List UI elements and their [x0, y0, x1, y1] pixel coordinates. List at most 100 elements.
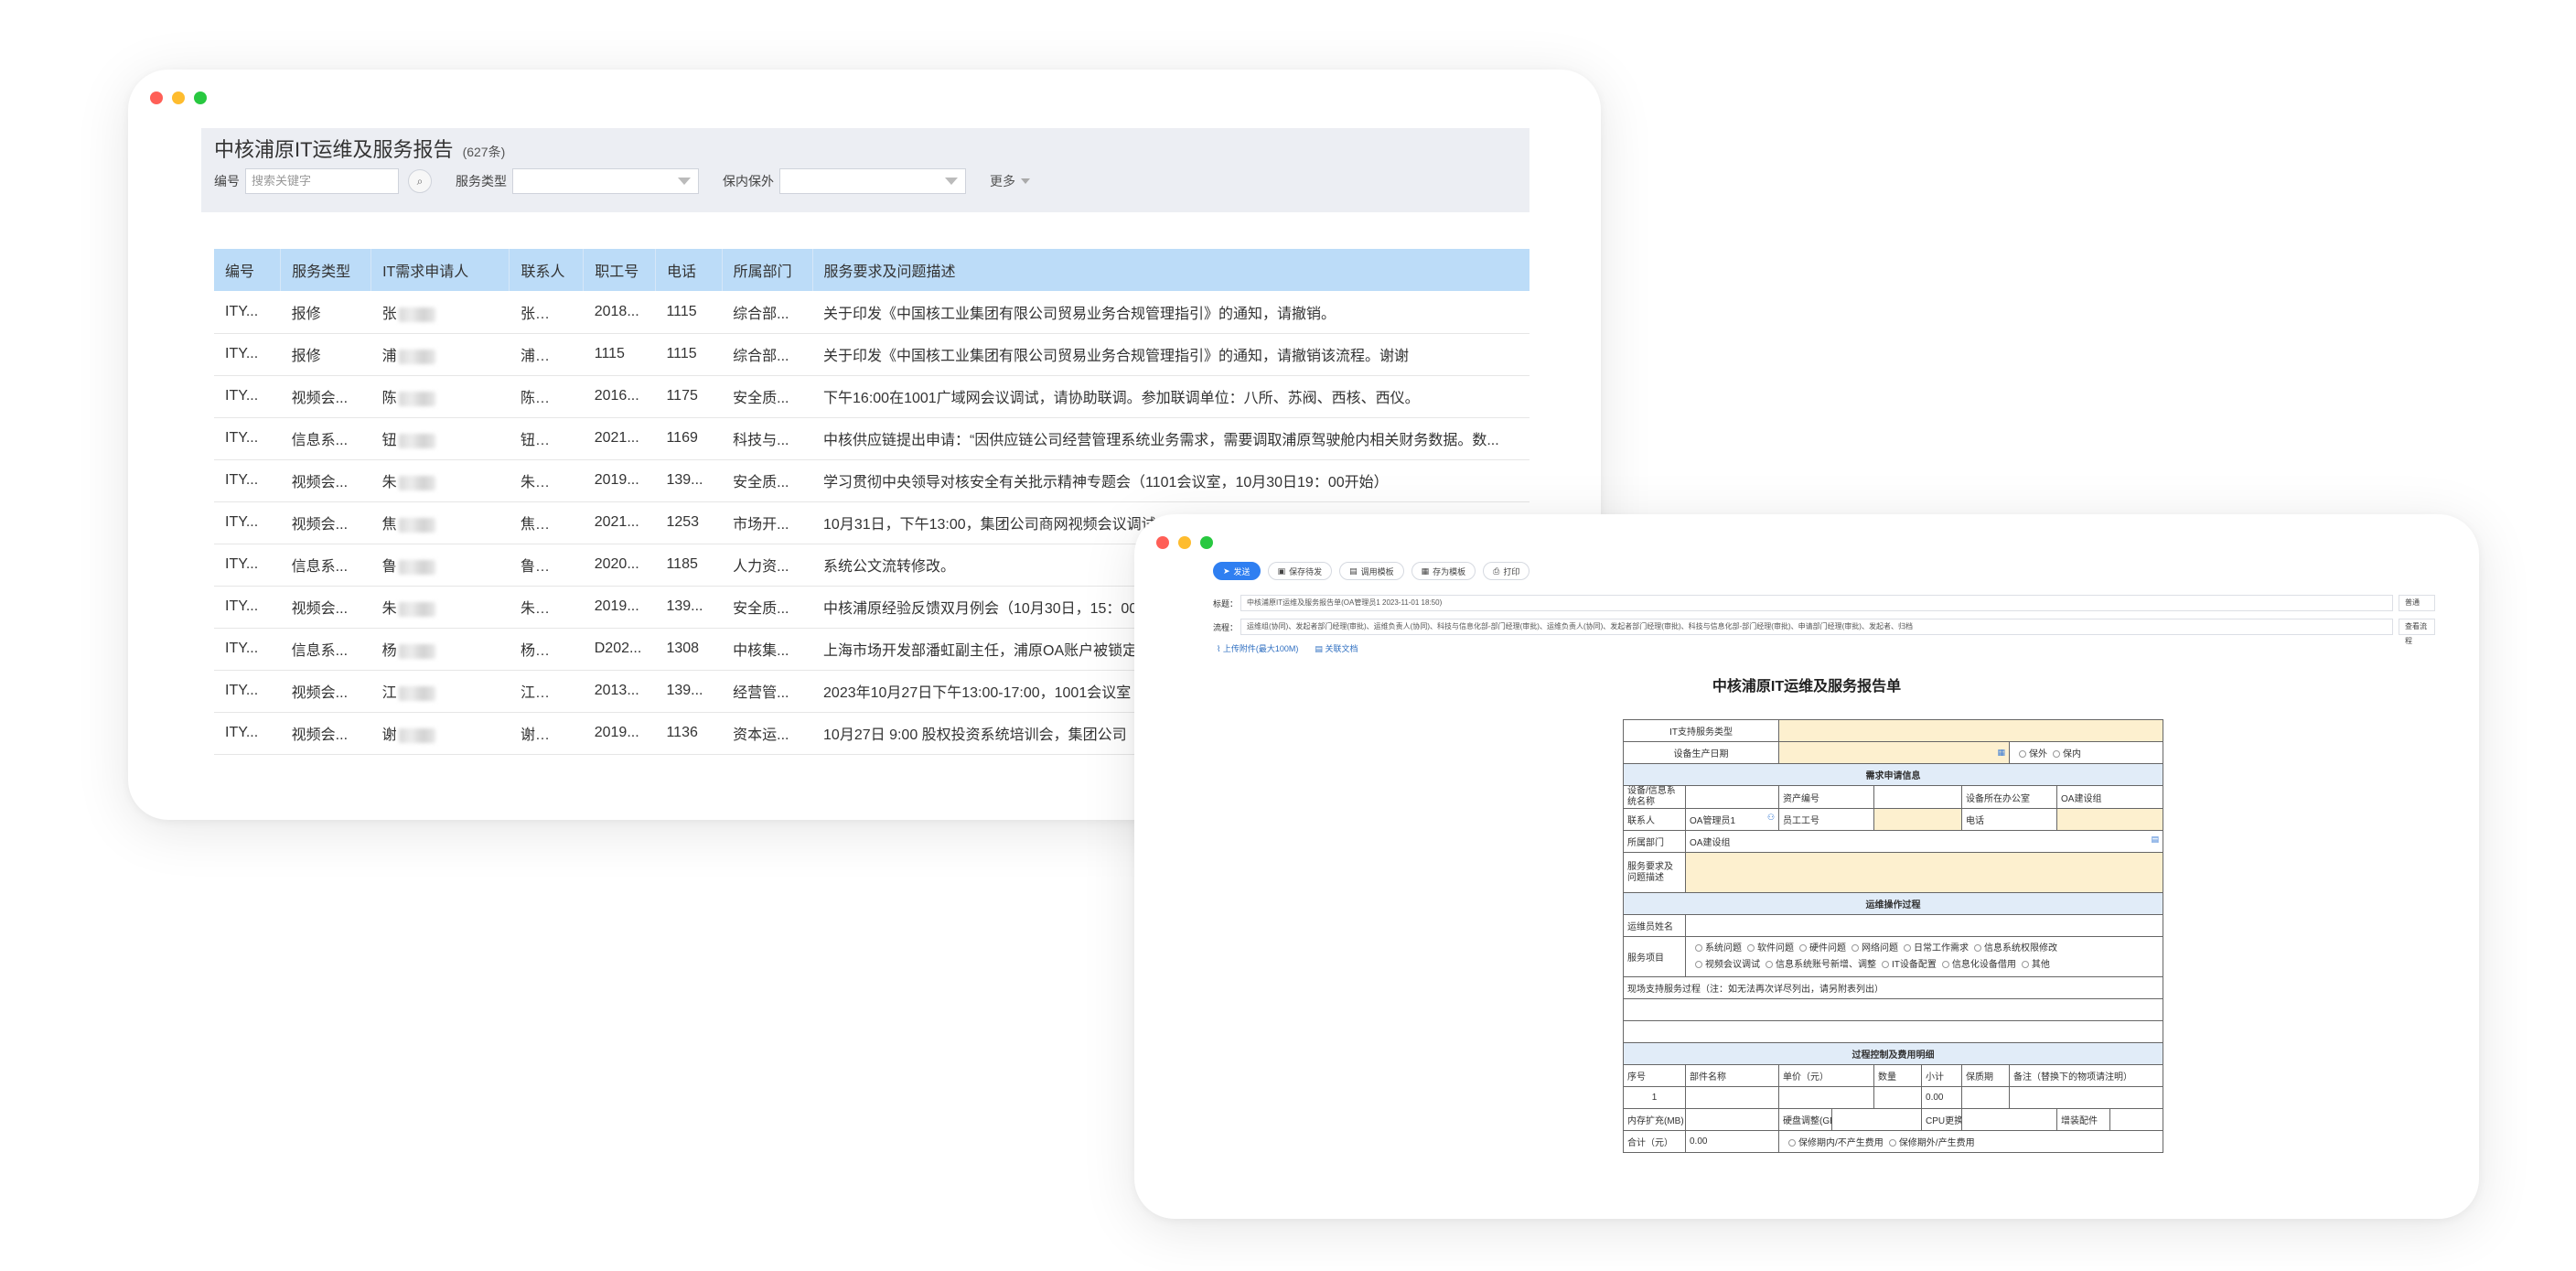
cpu-input[interactable] — [1961, 1108, 2058, 1131]
service-item-radio[interactable] — [1974, 943, 1981, 952]
phone-input[interactable] — [2056, 808, 2164, 831]
device-date-input[interactable]: ▦ — [1778, 741, 2011, 764]
flow-row: 流程： 运维组(协同)、发起者部门经理(审批)、运维负责人(协同)、科技与信息化… — [1213, 619, 2435, 645]
table-row[interactable]: ITY... 信息系... 钮钮 2021... 1169 科技与... 中核供应链提出申请… — [214, 417, 1530, 460]
save-draft-button[interactable]: ▣ 保存待发 — [1267, 562, 1333, 580]
service-item-radio[interactable] — [1799, 943, 1807, 952]
part-name-input[interactable] — [1684, 1086, 1780, 1109]
service-type-select[interactable] — [512, 168, 699, 194]
service-item-radio[interactable] — [1882, 960, 1889, 968]
minimize-dot[interactable] — [172, 92, 185, 104]
more-filters-button[interactable]: 更多 — [990, 172, 1030, 190]
phone-label: 电话 — [1961, 808, 2058, 831]
cell-dept: 人力资... — [722, 544, 813, 587]
cell-contact: 焦 — [509, 501, 584, 544]
upload-attachment-link[interactable]: ⌇ 上传附件(最大100M) — [1217, 642, 1298, 654]
col-header[interactable]: IT需求申请人 — [370, 249, 510, 291]
maximize-dot[interactable] — [194, 92, 207, 104]
it-service-type-select[interactable] — [1778, 719, 2164, 742]
cell-emp: D202... — [583, 628, 656, 671]
col-header[interactable]: 电话 — [655, 249, 723, 291]
cost-out-radio[interactable] — [1888, 1139, 1896, 1147]
redacted-name — [398, 559, 435, 575]
col-header[interactable]: 联系人 — [509, 249, 585, 291]
service-item-radio[interactable] — [1747, 943, 1755, 952]
service-item-radio[interactable] — [1695, 943, 1702, 952]
quantity-input[interactable] — [1873, 1086, 1923, 1109]
col-header[interactable]: 职工号 — [583, 249, 656, 291]
ops-section-header: 运维操作过程 — [1622, 892, 2164, 915]
col-header[interactable]: 服务要求及问题描述 — [812, 249, 1530, 291]
calendar-icon[interactable]: ▦ — [1998, 748, 2006, 758]
dept-input[interactable]: OA建设组 ▤ — [1684, 830, 2164, 853]
print-button[interactable]: ⎙ 打印 — [1483, 562, 1530, 580]
cell-type: 视频会... — [280, 586, 371, 629]
list-header: 中核浦原IT运维及服务报告 (627条) 编号 搜索关键字 ⌕ 服务类型 保内保外… — [201, 128, 1530, 212]
asset-no-input[interactable] — [1873, 785, 1963, 809]
remark-input[interactable] — [2009, 1086, 2164, 1109]
redacted-name — [398, 349, 435, 364]
call-template-button[interactable]: ▤ 调用模板 — [1339, 562, 1404, 580]
cell-type: 视频会... — [280, 670, 371, 713]
minimize-dot[interactable] — [1178, 536, 1191, 549]
service-item-radio[interactable] — [1904, 943, 1911, 952]
service-item-radio[interactable] — [2021, 960, 2029, 968]
service-item-radio[interactable] — [1695, 960, 1702, 968]
cell-dept: 资本运... — [722, 712, 813, 755]
redacted-name — [398, 643, 435, 659]
contact-input[interactable]: OA管理员1 ⚇ — [1684, 808, 1780, 831]
person-icon[interactable]: ⚇ — [1767, 813, 1775, 823]
close-dot[interactable] — [1156, 536, 1169, 549]
table-row[interactable]: ITY... 视频会... 陈陈 2016... 1175 安全质... 下午16:00在1… — [214, 375, 1530, 418]
cell-phone: 139... — [655, 459, 723, 502]
device-name-input[interactable] — [1684, 785, 1780, 809]
onsite-process-input[interactable] — [1622, 998, 2164, 1021]
disk-input[interactable] — [1831, 1108, 1923, 1131]
form-title: 中核浦原IT运维及服务报告单 — [1712, 679, 1902, 695]
cell-dept: 安全质... — [722, 586, 813, 629]
table-row[interactable]: ITY... 报修张张 2018... 1115 综合部... 关于印发《中国核工业集团有… — [214, 291, 1530, 334]
col-header[interactable]: 编号 — [214, 249, 282, 291]
service-item-radio[interactable] — [1941, 960, 1949, 968]
subject-input[interactable]: 中核浦原IT运维及服务报告单(OA管理员1 2023-11-01 18:50) — [1240, 595, 2393, 611]
cell-phone: 1308 — [655, 628, 723, 671]
org-icon[interactable]: ▤ — [2152, 835, 2160, 845]
warranty-in-radio[interactable] — [2053, 750, 2061, 759]
onsite-process-input[interactable] — [1622, 1020, 2164, 1043]
send-button[interactable]: ➤ 发送 — [1213, 562, 1261, 580]
unit-price-input[interactable] — [1778, 1086, 1875, 1109]
save-template-button[interactable]: ▦ 存为模板 — [1411, 562, 1476, 580]
warranty-select[interactable] — [779, 168, 966, 194]
cost-section-header: 过程控制及费用明细 — [1622, 1042, 2164, 1065]
cost-in-radio[interactable] — [1788, 1139, 1797, 1147]
other-parts-input[interactable] — [2109, 1108, 2164, 1131]
search-input[interactable]: 搜索关键字 — [245, 168, 399, 194]
warranty-period-input[interactable] — [1961, 1086, 2011, 1109]
device-office-input[interactable]: OA建设组 — [2056, 785, 2164, 809]
priority-select[interactable]: 普通 — [2399, 595, 2435, 611]
close-dot[interactable] — [150, 92, 163, 104]
maximize-dot[interactable] — [1200, 536, 1213, 549]
cell-type: 视频会... — [280, 459, 371, 502]
memory-input[interactable] — [1684, 1108, 1780, 1131]
emp-no-input[interactable] — [1873, 808, 1963, 831]
cell-emp: 2019... — [583, 712, 656, 755]
redacted-name — [398, 307, 435, 322]
table-row[interactable]: ITY... 报修浦浦 1115 1115 综合部... 关于印发《中国核工业集团有限公司… — [214, 333, 1530, 376]
cell-dept: 综合部... — [722, 333, 813, 376]
cell-phone: 1115 — [655, 333, 723, 376]
service-item-label: 信息系统账号新增、调整 — [1776, 959, 1876, 970]
service-item-radio[interactable] — [1852, 943, 1859, 952]
service-item-radio[interactable] — [1766, 960, 1773, 968]
table-row[interactable]: ITY... 视频会... 朱朱 2019... 139... 安全质... 学习贯彻中央领… — [214, 459, 1530, 502]
flow-input[interactable]: 运维组(协同)、发起者部门经理(审批)、运维负责人(协同)、科技与信息化部-部门… — [1240, 619, 2393, 635]
view-flow-button[interactable]: 查看流程 — [2399, 619, 2435, 645]
search-button[interactable]: ⌕ — [408, 169, 432, 193]
warranty-out-radio[interactable] — [2019, 750, 2027, 759]
col-header[interactable]: 服务类型 — [280, 249, 372, 291]
service-item-label: 日常工作需求 — [1914, 942, 1969, 953]
ops-staff-input[interactable] — [1684, 914, 2164, 937]
col-header[interactable]: 所属部门 — [722, 249, 813, 291]
related-doc-link[interactable]: ▤ 关联文档 — [1315, 642, 1358, 654]
service-desc-input[interactable] — [1684, 852, 2164, 893]
